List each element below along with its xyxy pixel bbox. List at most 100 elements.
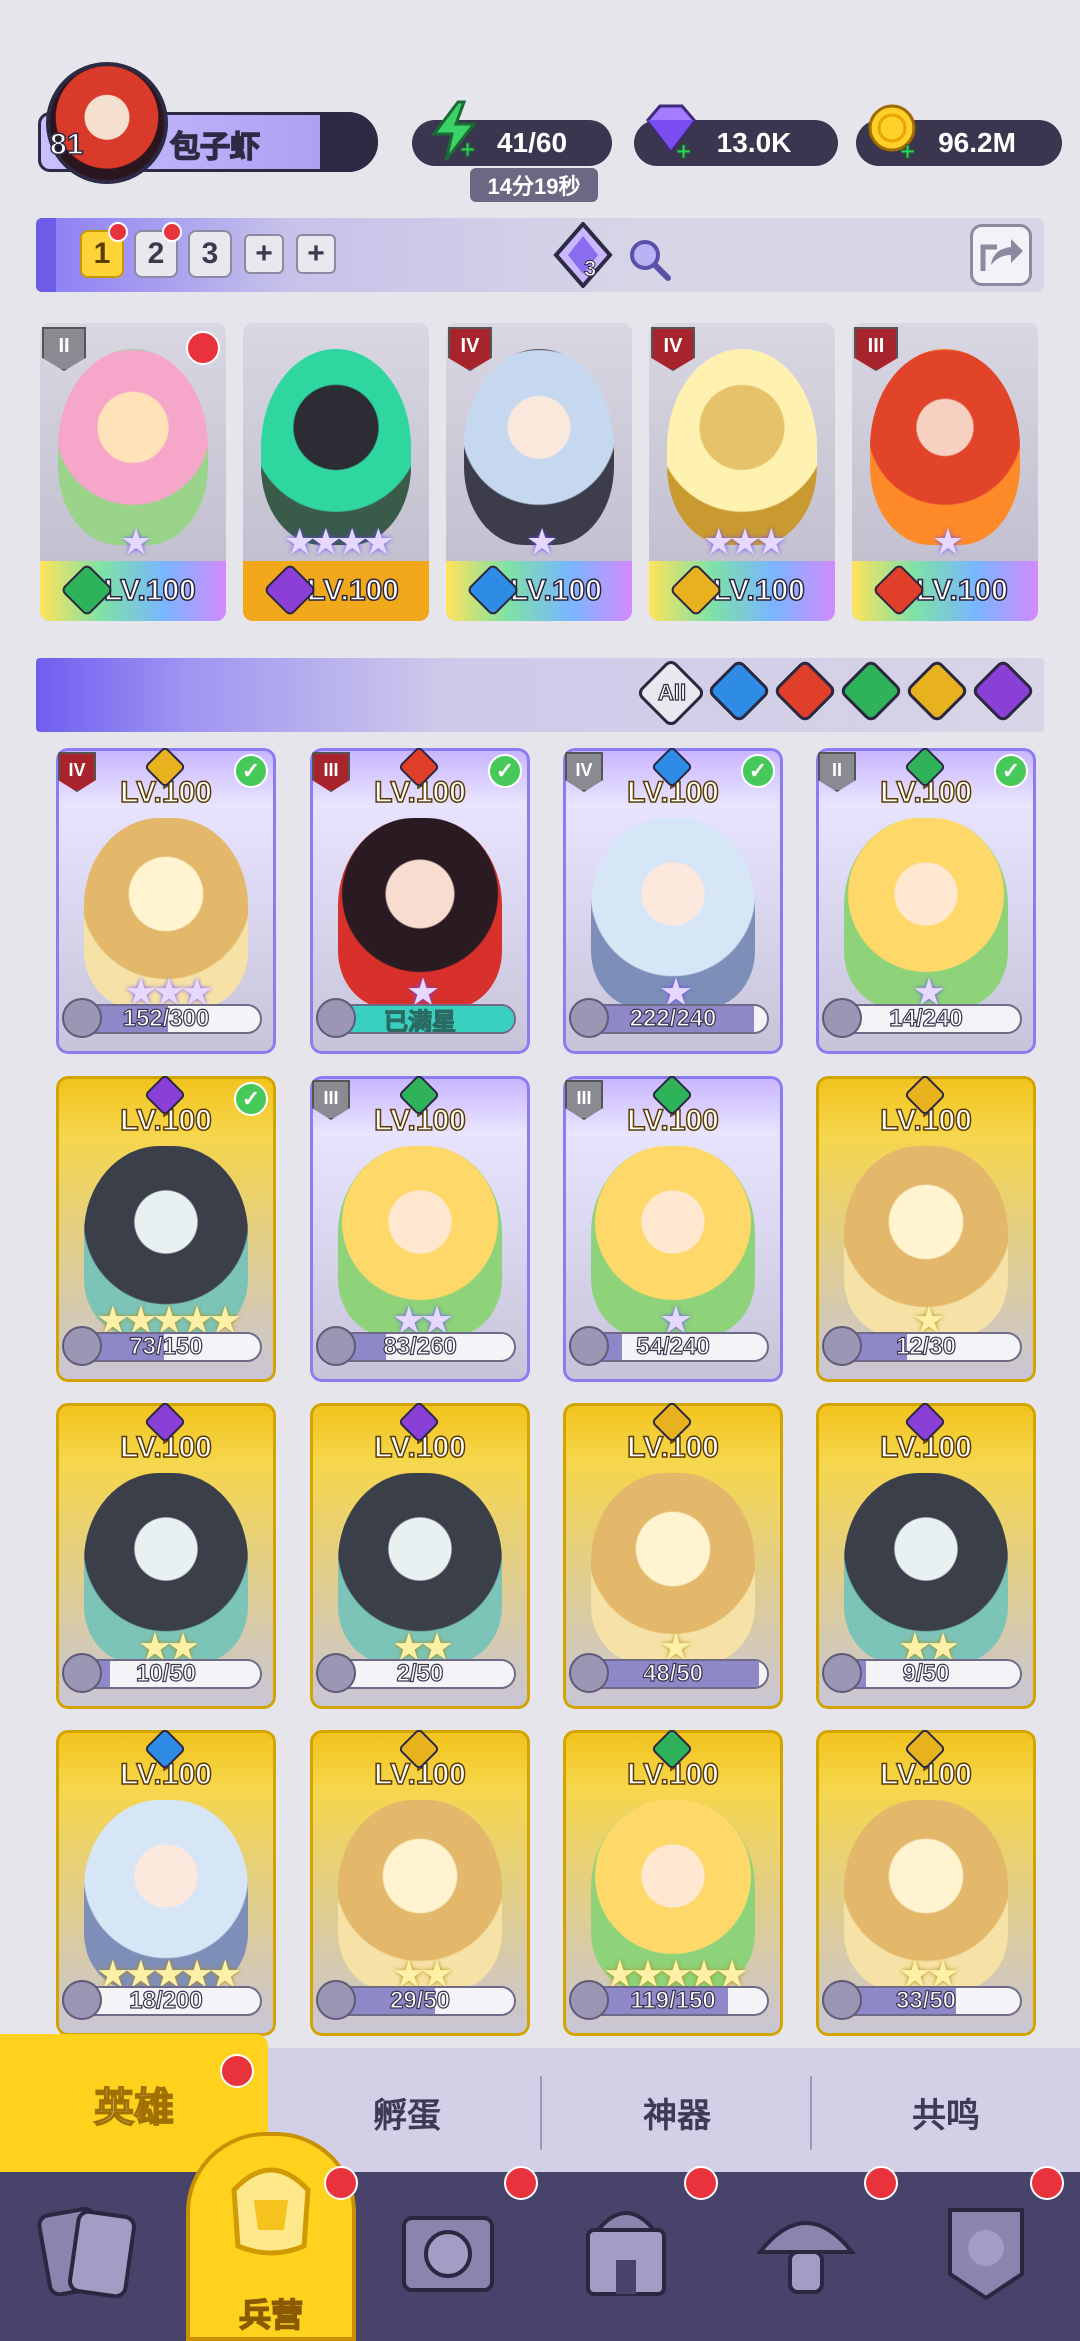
- player-avatar[interactable]: [46, 62, 168, 184]
- tab-heroes-label: 英雄: [93, 2085, 175, 2131]
- nav-castle-icon[interactable]: [566, 2190, 686, 2310]
- crystal-counter: 3: [583, 256, 597, 282]
- rank-badge: III: [854, 327, 898, 371]
- hero-card[interactable]: LV.100 IV ✓ ★ 222/240: [563, 748, 783, 1054]
- star-rating: ★: [119, 521, 152, 562]
- energy-timer: 14分19秒: [470, 168, 598, 202]
- add-icon: +: [255, 237, 273, 270]
- team-hero-level: LV.100: [103, 573, 196, 608]
- tab-resonance-label: 共鸣: [912, 2096, 980, 2135]
- deck-slot-add-1[interactable]: +: [244, 234, 284, 274]
- hero-portrait: [58, 349, 208, 545]
- hero-card[interactable]: LV.100 ★ 48/50: [563, 1403, 783, 1709]
- nav-barracks-label: 兵营: [238, 2296, 304, 2334]
- hero-card[interactable]: LV.100 ★★ 33/50: [816, 1730, 1036, 2036]
- crystal-counter-icon[interactable]: [552, 220, 614, 290]
- deck-slot-add-2[interactable]: +: [296, 234, 336, 274]
- tab-hatch-label: 孵蛋: [373, 2096, 441, 2135]
- tab-artifact[interactable]: 神器: [542, 2057, 812, 2167]
- share-icon[interactable]: [970, 224, 1032, 286]
- nav-mushroom-icon[interactable]: [746, 2190, 866, 2310]
- energy-icon: +: [424, 100, 486, 165]
- shard-icon: [62, 1653, 102, 1693]
- in-team-check-icon: ✓: [234, 754, 268, 788]
- hero-portrait: [870, 349, 1020, 545]
- player-level: 81: [49, 127, 84, 162]
- nav-cards-icon[interactable]: [30, 2190, 150, 2310]
- shard-icon: [569, 1653, 609, 1693]
- gold-value: 96.2M: [938, 127, 1016, 158]
- nav-guild-alert: [1030, 2166, 1064, 2200]
- team-hero-card[interactable]: II ★ LV.100: [40, 323, 226, 621]
- energy-value: 41/60: [496, 127, 568, 158]
- gem-value: 13.0K: [716, 127, 792, 158]
- hero-card[interactable]: LV.100 III ★★ 83/260: [310, 1076, 530, 1382]
- hero-card[interactable]: LV.100 IV ✓ ★★★ 152/300: [56, 748, 276, 1054]
- barracks-icon: [214, 2150, 328, 2264]
- hero-card[interactable]: LV.100 ★★★★★ 119/150: [563, 1730, 783, 2036]
- shard-icon: [569, 1326, 609, 1366]
- hero-card[interactable]: LV.100 ★★ 10/50: [56, 1403, 276, 1709]
- shard-icon: [822, 1980, 862, 2020]
- add-icon: +: [307, 237, 325, 270]
- shard-icon: [316, 1653, 356, 1693]
- nav-map-icon[interactable]: [388, 2190, 508, 2310]
- team-hero-card[interactable]: IV ★ LV.100: [446, 323, 632, 621]
- shard-icon: [62, 1980, 102, 2020]
- rank-badge: II: [42, 327, 86, 371]
- nav-guild-icon[interactable]: [926, 2190, 1046, 2310]
- hero-card[interactable]: LV.100 ★★★★★ 18/200: [56, 1730, 276, 2036]
- tab-artifact-label: 神器: [643, 2096, 711, 2135]
- tab-resonance[interactable]: 共鸣: [812, 2057, 1080, 2167]
- nav-map-alert: [504, 2166, 538, 2200]
- hero-card[interactable]: LV.100 ★★ 9/50: [816, 1403, 1036, 1709]
- svg-text:+: +: [900, 136, 915, 162]
- deck-slot-1-alert: [108, 222, 128, 242]
- team-hero-card[interactable]: IV ★★★ LV.100: [649, 323, 835, 621]
- hero-card[interactable]: LV.100 ★ 12/30: [816, 1076, 1036, 1382]
- shard-icon: [316, 998, 356, 1038]
- hero-card[interactable]: LV.100 ★★ 2/50: [310, 1403, 530, 1709]
- shard-icon: [316, 1326, 356, 1366]
- star-rating: ★★★★: [283, 521, 394, 562]
- svg-text:+: +: [460, 134, 475, 162]
- in-team-check-icon: ✓: [234, 1082, 268, 1116]
- shard-icon: [62, 1326, 102, 1366]
- hero-card[interactable]: LV.100 ✓ ★★★★★ 73/150: [56, 1076, 276, 1382]
- rank-badge: IV: [448, 327, 492, 371]
- team-hero-card[interactable]: ★★★★ LV.100: [243, 323, 429, 621]
- shard-icon: [62, 998, 102, 1038]
- shard-icon: [316, 1980, 356, 2020]
- shard-icon: [822, 1326, 862, 1366]
- shard-icon: [569, 1980, 609, 2020]
- hero-card[interactable]: LV.100 III ★ 54/240: [563, 1076, 783, 1382]
- star-rating: ★★★: [702, 521, 788, 562]
- deck-slot-3-label: 3: [201, 237, 219, 270]
- gold-coin-icon: +: [864, 100, 926, 167]
- svg-text:+: +: [676, 136, 691, 162]
- star-rating: ★: [525, 521, 558, 562]
- magnifier-icon[interactable]: [626, 236, 672, 282]
- nav-mushroom-alert: [864, 2166, 898, 2200]
- rank-badge: IV: [651, 327, 695, 371]
- team-hero-level: LV.100: [712, 573, 805, 608]
- hero-card[interactable]: LV.100 III ✓ ★ 已满星: [310, 748, 530, 1054]
- star-rating: ★: [931, 521, 964, 562]
- deck-slot-3[interactable]: 3: [188, 230, 232, 278]
- deck-slot-1-label: 1: [93, 237, 111, 270]
- player-name: 包子虾: [169, 130, 261, 165]
- in-team-check-icon: ✓: [741, 754, 775, 788]
- hero-card[interactable]: LV.100 II ✓ ★ 14/240: [816, 748, 1036, 1054]
- deck-slot-2-label: 2: [147, 237, 165, 270]
- hero-portrait: [464, 349, 614, 545]
- nav-castle-alert: [684, 2166, 718, 2200]
- shard-icon: [822, 998, 862, 1038]
- team-hero-level: LV.100: [306, 573, 399, 608]
- team-hero-card[interactable]: III ★ LV.100: [852, 323, 1038, 621]
- team-hero-level: LV.100: [915, 573, 1008, 608]
- hero-card[interactable]: LV.100 ★★ 29/50: [310, 1730, 530, 2036]
- team-hero-level: LV.100: [509, 573, 602, 608]
- tab-heroes-alert: [220, 2054, 254, 2088]
- shard-icon: [569, 998, 609, 1038]
- hero-portrait: [261, 349, 411, 545]
